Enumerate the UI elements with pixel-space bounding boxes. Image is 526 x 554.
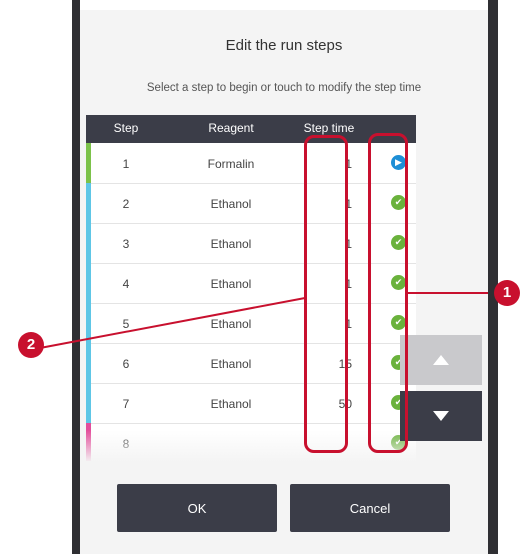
callout-2: 2 [18, 332, 44, 358]
callout-lines [39, 292, 488, 349]
callout-1: 1 [494, 280, 520, 306]
